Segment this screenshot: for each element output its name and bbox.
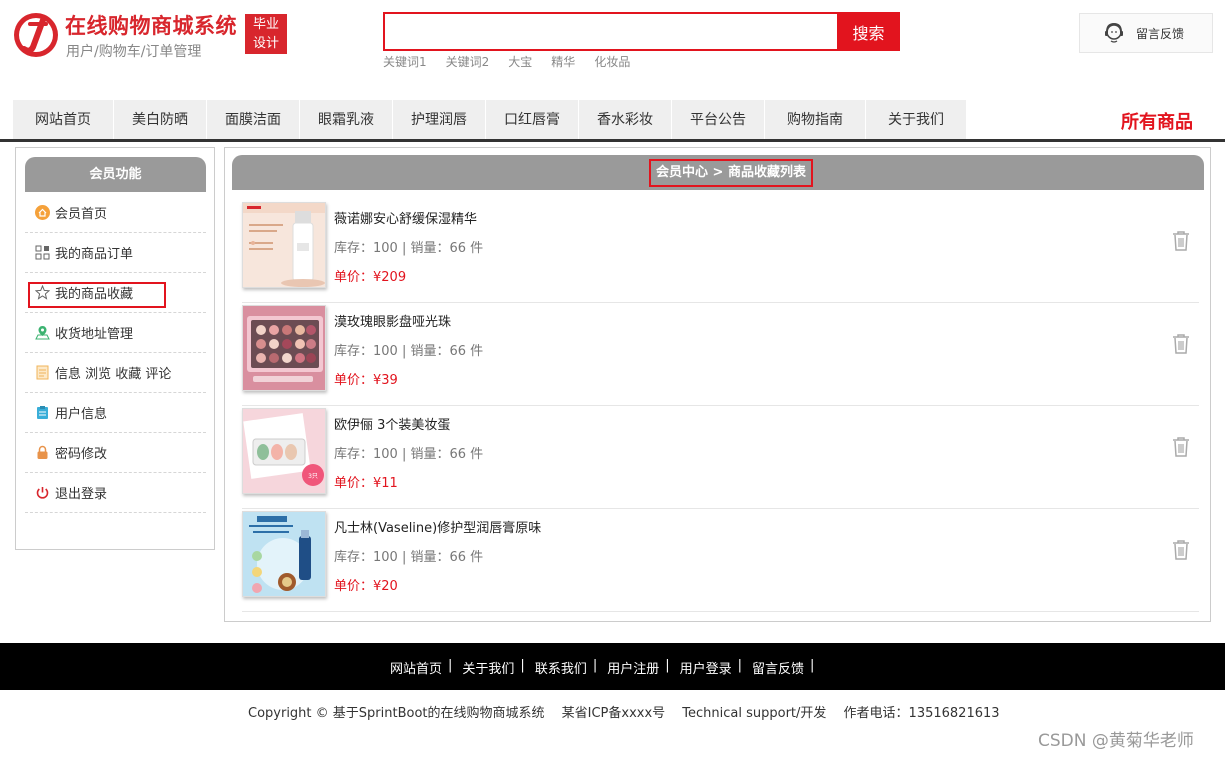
nav-item-notice[interactable]: 平台公告 <box>672 100 765 140</box>
product-name[interactable]: 欧伊俪 3个装美妆蛋 <box>334 414 450 433</box>
sidebar-item-label: 退出登录 <box>55 487 108 502</box>
sidebar-item-orders[interactable]: 我的商品订单 <box>25 233 206 273</box>
nav-divider <box>0 139 1225 142</box>
nav-item-mask[interactable]: 面膜洁面 <box>207 100 300 140</box>
trash-icon[interactable] <box>1171 436 1191 458</box>
power-icon <box>35 485 50 500</box>
product-price: 单价：¥20 <box>334 579 398 594</box>
product-name[interactable]: 凡士林(Vaseline)修护型润唇膏原味 <box>334 517 541 536</box>
product-name[interactable]: 薇诺娜安心舒缓保湿精华 <box>334 208 477 227</box>
nav-item-whitening[interactable]: 美白防晒 <box>114 100 207 140</box>
list-item: 凡士林(Vaseline)修护型润唇膏原味 库存：100 | 销量：66 件 单… <box>242 509 1199 612</box>
hot-keyword[interactable]: 关键词1 <box>383 53 427 70</box>
product-stock: 库存：100 | 销量：66 件 <box>334 344 484 359</box>
sidebar-menu: 会员首页 我的商品订单 我的商品收藏 收货地址管理 信息 浏览 收藏 评论 用户… <box>25 193 206 513</box>
site-title: 在线购物商城系统 <box>65 14 237 38</box>
trash-icon[interactable] <box>1171 333 1191 355</box>
sidebar-item-logout[interactable]: 退出登录 <box>25 473 206 513</box>
footer-link-register[interactable]: 用户注册 <box>607 658 659 677</box>
watermark: CSDN @黄菊华老师 <box>1038 731 1194 751</box>
grid-icon <box>35 245 50 260</box>
favorites-list: 薇诺娜安心舒缓保湿精华 库存：100 | 销量：66 件 单价：¥209 漠玫瑰… <box>242 200 1199 612</box>
product-image[interactable]: 3只 <box>242 408 326 494</box>
product-stock: 库存：100 | 销量：66 件 <box>334 241 484 256</box>
document-icon <box>35 365 50 380</box>
clipboard-icon <box>35 405 50 420</box>
lock-icon <box>35 445 50 460</box>
nav-item-about[interactable]: 关于我们 <box>866 100 967 140</box>
footer-link-contact[interactable]: 联系我们 <box>535 658 587 677</box>
footer-link-login[interactable]: 用户登录 <box>680 658 732 677</box>
headset-icon <box>1105 22 1123 43</box>
product-stock: 库存：100 | 销量：66 件 <box>334 447 484 462</box>
feedback-button[interactable]: 留言反馈 <box>1079 13 1213 53</box>
site-subtitle: 用户/购物车/订单管理 <box>66 44 202 60</box>
search-input[interactable] <box>383 12 838 51</box>
footer-link-about[interactable]: 关于我们 <box>462 658 514 677</box>
nav-item-guide[interactable]: 购物指南 <box>765 100 866 140</box>
product-name[interactable]: 漠玫瑰眼影盘哑光珠 <box>334 311 451 330</box>
trash-icon[interactable] <box>1171 230 1191 252</box>
sidebar-item-label: 密码修改 <box>55 447 108 462</box>
sidebar-item-password[interactable]: 密码修改 <box>25 433 206 473</box>
badge-line-1: 毕业 <box>252 17 279 32</box>
hot-keyword[interactable]: 化妆品 <box>594 53 630 70</box>
product-stock: 库存：100 | 销量：66 件 <box>334 550 484 565</box>
breadcrumb: 会员中心 > 商品收藏列表 <box>649 159 813 187</box>
sidebar-item-member-home[interactable]: 会员首页 <box>25 193 206 233</box>
feedback-label: 留言反馈 <box>1136 26 1185 41</box>
nav-item-lipstick[interactable]: 口红唇膏 <box>486 100 579 140</box>
svg-text:3只: 3只 <box>308 473 318 480</box>
sidebar-item-label: 用户信息 <box>55 407 108 422</box>
hot-keyword[interactable]: 大宝 <box>508 53 532 70</box>
sidebar-item-label: 收货地址管理 <box>55 327 134 342</box>
product-price: 单价：¥209 <box>334 270 407 285</box>
trash-icon[interactable] <box>1171 539 1191 561</box>
home-icon <box>35 205 50 220</box>
copyright: Copyright © 基于SprintBoot的在线购物商城系统 某省ICP备… <box>248 706 1000 721</box>
highlight-box <box>28 282 166 308</box>
graduation-badge: 毕业 设计 <box>245 14 287 54</box>
member-sidebar: 会员功能 会员首页 我的商品订单 我的商品收藏 收货地址管理 信息 浏览 收藏 … <box>15 147 215 550</box>
product-image[interactable] <box>242 511 326 597</box>
main-nav: 网站首页 美白防晒 面膜洁面 眼霜乳液 护理润唇 口红唇膏 香水彩妆 平台公告 … <box>13 100 967 140</box>
sidebar-item-label: 信息 浏览 收藏 评论 <box>55 367 172 382</box>
product-image[interactable] <box>242 202 326 288</box>
nav-item-perfume[interactable]: 香水彩妆 <box>579 100 672 140</box>
badge-line-2: 设计 <box>252 36 279 51</box>
hot-keyword[interactable]: 关键词2 <box>446 53 490 70</box>
footer-bar: 网站首页 | 关于我们 | 联系我们 | 用户注册 | 用户登录 | 留言反馈 | <box>0 643 1225 690</box>
list-item: 漠玫瑰眼影盘哑光珠 库存：100 | 销量：66 件 单价：¥39 <box>242 303 1199 406</box>
sidebar-item-activity[interactable]: 信息 浏览 收藏 评论 <box>25 353 206 393</box>
footer-link-feedback[interactable]: 留言反馈 <box>752 658 804 677</box>
list-item: 薇诺娜安心舒缓保湿精华 库存：100 | 销量：66 件 单价：¥209 <box>242 200 1199 303</box>
nav-item-lip-care[interactable]: 护理润唇 <box>393 100 486 140</box>
footer-link-home[interactable]: 网站首页 <box>390 658 442 677</box>
site-logo[interactable] <box>12 11 60 59</box>
map-pin-icon <box>35 325 50 340</box>
sidebar-item-user-info[interactable]: 用户信息 <box>25 393 206 433</box>
list-item: 3只 欧伊俪 3个装美妆蛋 库存：100 | 销量：66 件 单价：¥11 <box>242 406 1199 509</box>
nav-item-home[interactable]: 网站首页 <box>13 100 114 140</box>
nav-all-products[interactable]: 所有商品 <box>1121 108 1193 134</box>
sidebar-item-label: 我的商品订单 <box>55 247 134 262</box>
search-button[interactable]: 搜索 <box>837 12 900 51</box>
product-image[interactable] <box>242 305 326 391</box>
hot-keyword[interactable]: 精华 <box>551 53 575 70</box>
product-price: 单价：¥11 <box>334 476 398 491</box>
sidebar-item-label: 会员首页 <box>55 207 108 222</box>
sidebar-title: 会员功能 <box>25 157 206 192</box>
sidebar-item-address[interactable]: 收货地址管理 <box>25 313 206 353</box>
hot-keywords: 关键词1 关键词2 大宝 精华 化妆品 <box>383 53 630 70</box>
favorites-panel: 会员中心 > 商品收藏列表 薇诺娜安心舒缓保湿精华 库存：100 | 销量：66… <box>224 147 1211 622</box>
panel-header: 会员中心 > 商品收藏列表 <box>232 155 1204 190</box>
product-price: 单价：¥39 <box>334 373 398 388</box>
footer-links: 网站首页 | 关于我们 | 联系我们 | 用户注册 | 用户登录 | 留言反馈 | <box>390 658 815 677</box>
nav-item-eye-cream[interactable]: 眼霜乳液 <box>300 100 393 140</box>
